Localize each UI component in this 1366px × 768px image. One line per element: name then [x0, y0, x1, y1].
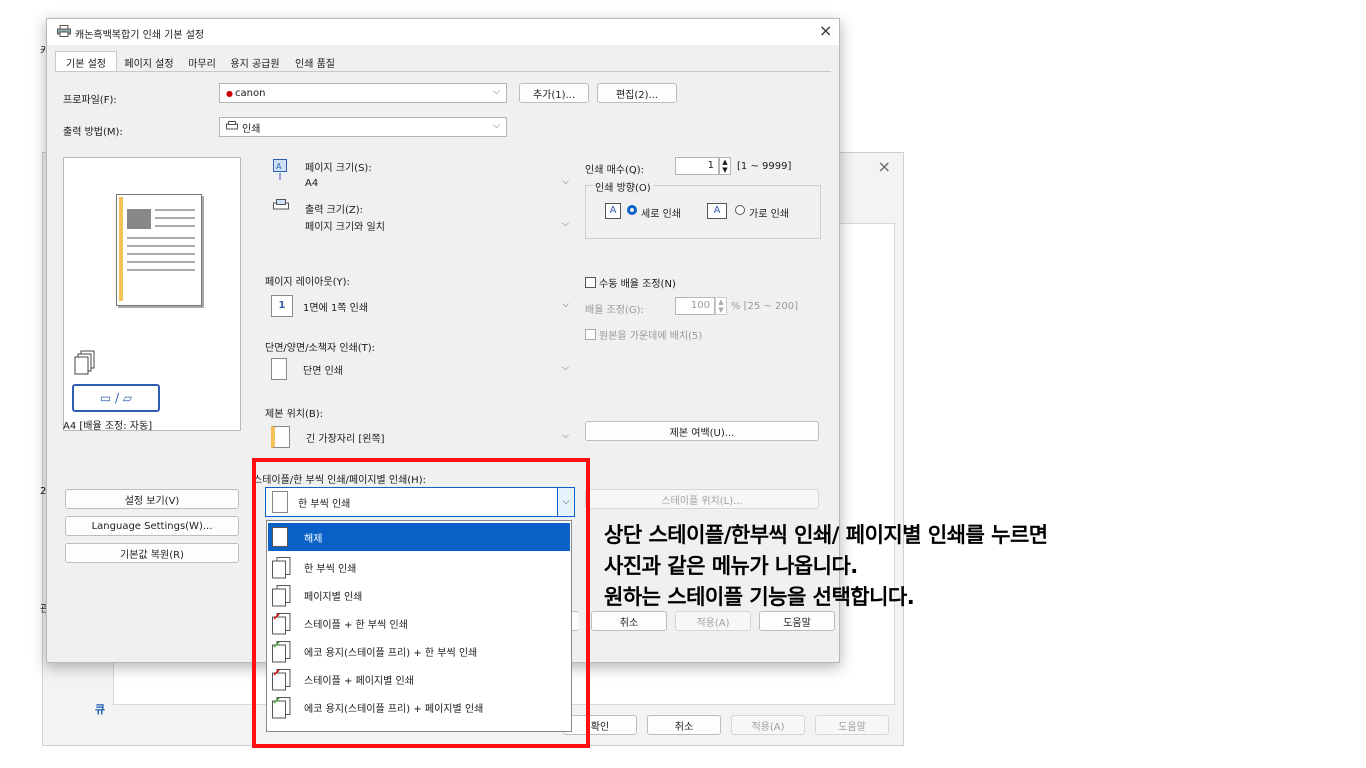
output-method-value: 인쇄: [242, 123, 261, 135]
scaling-label: 배율 조정(G):: [585, 305, 644, 316]
bg-help-button[interactable]: 도움말: [815, 715, 889, 735]
copies-stack-icon: [74, 350, 96, 379]
annotation-line-3: 원하는 스테이플 기능을 선택합니다.: [604, 585, 915, 609]
output-size-icon: [273, 199, 289, 216]
binding-label: 제본 위치(B):: [265, 409, 324, 420]
orientation-portrait-icon: A: [605, 203, 621, 219]
profile-icon: ●: [226, 88, 233, 98]
close-icon[interactable]: ×: [819, 21, 832, 40]
chevron-down-icon: ⌵: [562, 300, 569, 310]
page-layout-select[interactable]: 1 1면에 1쪽 인쇄 ⌵: [265, 292, 575, 320]
preview-caption: A4 [배율 조정: 자동]: [63, 421, 153, 432]
chevron-down-icon: ⌵: [562, 177, 569, 187]
staple-position-button[interactable]: 스테이플 위치(L)...: [585, 489, 819, 509]
binding-value: 긴 가장자리 [왼쪽]: [306, 433, 385, 445]
annotation-line-1: 상단 스테이플/한부씩 인쇄/ 페이지별 인쇄를 누르면: [604, 523, 1048, 547]
binding-select[interactable]: 긴 가장자리 [왼쪽] ⌵: [265, 423, 575, 451]
output-size-select[interactable]: 페이지 크기와 일치 ⌵: [299, 216, 575, 234]
center-original-checkbox[interactable]: 원본을 가운데에 배치(5): [585, 327, 702, 342]
preview-page: [116, 194, 202, 306]
tab-print-quality[interactable]: 인쇄 품질: [287, 53, 343, 71]
binding-margin-button[interactable]: 제본 여백(U)...: [585, 421, 819, 441]
chevron-down-icon: ⌵: [493, 87, 500, 97]
duplex-icon: [271, 358, 287, 380]
preview-mode-toggle[interactable]: ▭ / ▱: [72, 384, 160, 412]
portrait-label: 세로 인쇄: [641, 209, 681, 220]
copies-input[interactable]: 1: [675, 157, 719, 175]
svg-text:A: A: [276, 162, 282, 171]
chevron-down-icon: ⌵: [493, 121, 500, 131]
tab-paper-source[interactable]: 용지 공급원: [223, 53, 287, 71]
tab-page-setup[interactable]: 페이지 설정: [117, 53, 181, 71]
output-size-value: 페이지 크기와 일치: [305, 221, 385, 233]
chevron-down-icon: ⌵: [562, 431, 569, 441]
add-profile-button[interactable]: 추가(1)...: [519, 83, 589, 103]
scaling-range: % [25 ~ 200]: [731, 301, 799, 312]
chevron-down-icon: ⌵: [562, 363, 569, 373]
bg-cancel-button[interactable]: 취소: [647, 715, 721, 735]
page-size-select[interactable]: A4 ⌵: [299, 174, 575, 192]
view-settings-button[interactable]: 설정 보기(V): [65, 489, 239, 509]
profile-select[interactable]: ● canon ⌵: [219, 83, 507, 103]
duplex-label: 단면/양면/소책자 인쇄(T):: [265, 343, 375, 354]
bg-apply-button[interactable]: 적용(A): [731, 715, 805, 735]
annotation-line-2: 사진과 같은 메뉴가 나옵니다.: [604, 554, 858, 578]
bg-close-icon[interactable]: ×: [878, 157, 891, 176]
orientation-label: 인쇄 방향(O): [593, 179, 653, 194]
output-method-label: 출력 방법(M):: [63, 127, 123, 138]
binding-icon: [271, 426, 290, 448]
preview-area: ▭ / ▱: [63, 157, 241, 431]
chevron-down-icon: ⌵: [562, 219, 569, 229]
scaling-spinner[interactable]: ▲ ▼: [715, 297, 727, 315]
page-size-value: A4: [305, 177, 319, 189]
help-button[interactable]: 도움말: [759, 611, 835, 631]
scaling-input[interactable]: 100: [675, 297, 715, 315]
duplex-value: 단면 인쇄: [303, 365, 343, 377]
printer-icon: [57, 25, 71, 40]
landscape-radio[interactable]: [735, 205, 745, 215]
tab-finishing[interactable]: 마무리: [181, 53, 223, 71]
page-layout-label: 페이지 레이아웃(Y):: [265, 277, 350, 288]
manual-scaling-checkbox[interactable]: 수동 배율 조정(N): [585, 275, 676, 290]
output-print-icon: [226, 120, 238, 134]
output-method-select[interactable]: 인쇄 ⌵: [219, 117, 507, 137]
profile-label: 프로파일(F):: [63, 95, 117, 106]
title-bar: 캐논흑백복합기 인쇄 기본 설정 ×: [47, 19, 839, 45]
orientation-landscape-icon: A: [707, 203, 727, 219]
apply-button[interactable]: 적용(A): [675, 611, 751, 631]
manual-scaling-label: 수동 배율 조정(N): [599, 279, 676, 290]
restore-defaults-button[interactable]: 기본값 복원(R): [65, 543, 239, 563]
page-size-label: 페이지 크기(S):: [305, 163, 372, 174]
cancel-button[interactable]: 취소: [591, 611, 667, 631]
copies-range: [1 ~ 9999]: [737, 161, 792, 172]
copies-spinner[interactable]: ▲ ▼: [719, 157, 731, 175]
copies-label: 인쇄 매수(Q):: [585, 165, 645, 176]
profile-value: canon: [234, 87, 266, 99]
dialog-title: 캐논흑백복합기 인쇄 기본 설정: [75, 30, 205, 41]
tab-basic[interactable]: 기본 설정: [55, 51, 117, 72]
bg-edge-label: 큐: [95, 703, 106, 716]
portrait-radio[interactable]: [627, 205, 637, 215]
layout-badge: 1: [271, 295, 293, 317]
landscape-label: 가로 인쇄: [749, 209, 789, 220]
center-original-label: 원본을 가운데에 배치(5): [599, 331, 703, 342]
page-size-icon: A: [273, 159, 287, 184]
language-settings-button[interactable]: Language Settings(W)...: [65, 516, 239, 536]
page-layout-value: 1면에 1쪽 인쇄: [303, 302, 369, 314]
edit-profile-button[interactable]: 편집(2)...: [597, 83, 677, 103]
duplex-select[interactable]: 단면 인쇄 ⌵: [265, 355, 575, 383]
annotation-highlight-box: [252, 458, 590, 748]
output-size-label: 출력 크기(Z):: [305, 205, 364, 216]
